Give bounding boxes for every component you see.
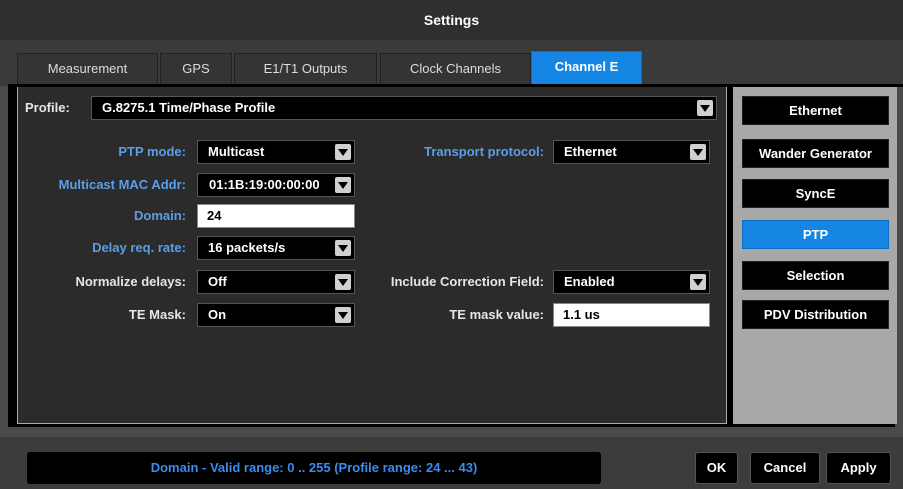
ptp-mode-label: PTP mode: — [118, 144, 186, 159]
tab-channel-e[interactable]: Channel E — [531, 51, 642, 86]
ptp-mode-value: Multicast — [208, 144, 265, 159]
profile-dropdown[interactable]: G.8275.1 Time/Phase Profile — [91, 96, 717, 120]
profile-label: Profile: — [25, 100, 70, 115]
dropdown-arrow-icon — [697, 100, 713, 116]
wander-generator-button[interactable]: Wander Generator — [742, 139, 889, 168]
include-correction-field-label: Include Correction Field: — [390, 274, 544, 289]
te-mask-value-label: TE mask value: — [449, 307, 544, 322]
window-title: Settings — [423, 12, 480, 28]
selection-button[interactable]: Selection — [742, 261, 889, 290]
status-message: Domain - Valid range: 0 .. 255 (Profile … — [27, 452, 601, 484]
delay-req-rate-dropdown[interactable]: 16 packets/s — [197, 236, 355, 260]
transport-protocol-label: Transport protocol: — [424, 144, 544, 159]
dropdown-arrow-icon — [335, 177, 351, 193]
tab-gps[interactable]: GPS — [160, 53, 232, 85]
te-mask-value-value: 1.1 us — [563, 307, 600, 322]
settings-window: Settings Measurement GPS E1/T1 Outputs C… — [0, 0, 903, 489]
domain-label: Domain: — [134, 208, 186, 223]
dropdown-arrow-icon — [335, 144, 351, 160]
tab-clock-channels[interactable]: Clock Channels — [380, 53, 531, 85]
include-correction-field-value: Enabled — [564, 274, 615, 289]
dropdown-arrow-icon — [335, 307, 351, 323]
transport-protocol-dropdown[interactable]: Ethernet — [553, 140, 710, 164]
normalize-delays-label: Normalize delays: — [75, 274, 186, 289]
te-mask-value-input[interactable]: 1.1 us — [553, 303, 710, 327]
dropdown-arrow-icon — [335, 274, 351, 290]
dropdown-arrow-icon — [335, 240, 351, 256]
dropdown-arrow-icon — [690, 274, 706, 290]
ok-button[interactable]: OK — [695, 452, 738, 484]
te-mask-dropdown[interactable]: On — [197, 303, 355, 327]
synce-button[interactable]: SyncE — [742, 179, 889, 208]
te-mask-label: TE Mask: — [128, 307, 186, 322]
delay-req-rate-value: 16 packets/s — [208, 240, 286, 255]
normalize-delays-dropdown[interactable]: Off — [197, 270, 355, 294]
title-bar: Settings — [0, 0, 903, 40]
dropdown-arrow-icon — [690, 144, 706, 160]
ptp-mode-dropdown[interactable]: Multicast — [197, 140, 355, 164]
multicast-mac-dropdown[interactable]: 01:1B:19:00:00:00 — [197, 173, 355, 197]
domain-value: 24 — [207, 208, 222, 223]
include-correction-field-dropdown[interactable]: Enabled — [553, 270, 710, 294]
tab-e1t1-outputs[interactable]: E1/T1 Outputs — [234, 53, 377, 85]
multicast-mac-label: Multicast MAC Addr: — [58, 177, 186, 192]
side-panel — [733, 87, 897, 424]
normalize-delays-value: Off — [208, 274, 227, 289]
te-mask-value: On — [208, 307, 227, 322]
ethernet-button[interactable]: Ethernet — [742, 96, 889, 125]
delay-req-rate-label: Delay req. rate: — [92, 240, 186, 255]
ptp-button[interactable]: PTP — [742, 220, 889, 249]
transport-protocol-value: Ethernet — [564, 144, 617, 159]
profile-value: G.8275.1 Time/Phase Profile — [102, 100, 276, 115]
multicast-mac-value: 01:1B:19:00:00:00 — [209, 177, 320, 192]
apply-button[interactable]: Apply — [826, 452, 891, 484]
pdv-distribution-button[interactable]: PDV Distribution — [742, 300, 889, 329]
tab-measurement[interactable]: Measurement — [17, 53, 158, 85]
cancel-button[interactable]: Cancel — [750, 452, 820, 484]
domain-input[interactable]: 24 — [197, 204, 355, 228]
